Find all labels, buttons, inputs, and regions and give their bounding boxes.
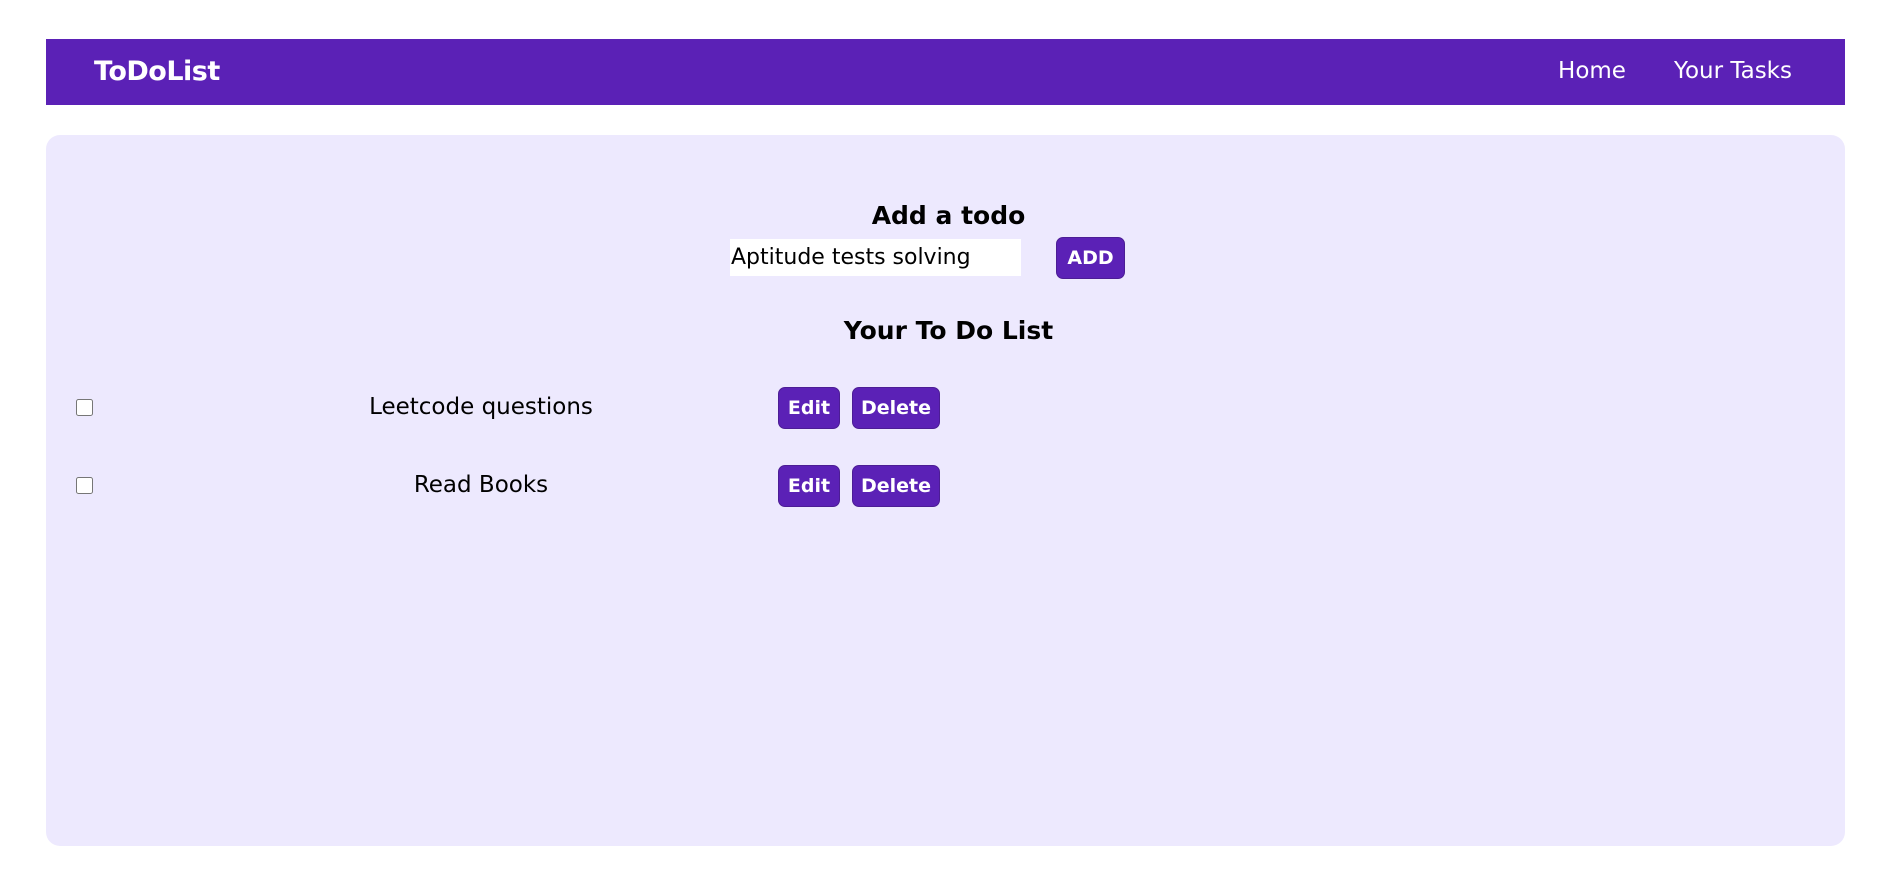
todo-text: Read Books (413, 472, 549, 498)
todo-item: Read Books Edit Delete (46, 465, 1046, 507)
delete-button[interactable]: Delete (852, 387, 940, 429)
delete-button[interactable]: Delete (852, 465, 940, 507)
todo-text: Leetcode questions (369, 394, 593, 420)
brand-logo[interactable]: ToDoList (94, 55, 220, 89)
nav-link-your-tasks[interactable]: Your Tasks (1674, 57, 1792, 85)
edit-button[interactable]: Edit (778, 465, 840, 507)
todo-list-heading: Your To Do List (843, 316, 1054, 345)
todo-item: Leetcode questions Edit Delete (46, 387, 1046, 429)
add-todo-heading: Add a todo (871, 201, 1026, 230)
nav-links: Home Your Tasks (1558, 57, 1792, 85)
todo-checkbox[interactable] (76, 399, 93, 416)
navbar: ToDoList Home Your Tasks (46, 39, 1845, 105)
edit-button[interactable]: Edit (778, 387, 840, 429)
todo-input[interactable] (730, 239, 1021, 276)
todo-card: Add a todo ADD Your To Do List Leetcode … (46, 135, 1845, 846)
nav-link-home[interactable]: Home (1558, 57, 1626, 85)
add-button[interactable]: ADD (1056, 237, 1125, 279)
todo-checkbox[interactable] (76, 477, 93, 494)
